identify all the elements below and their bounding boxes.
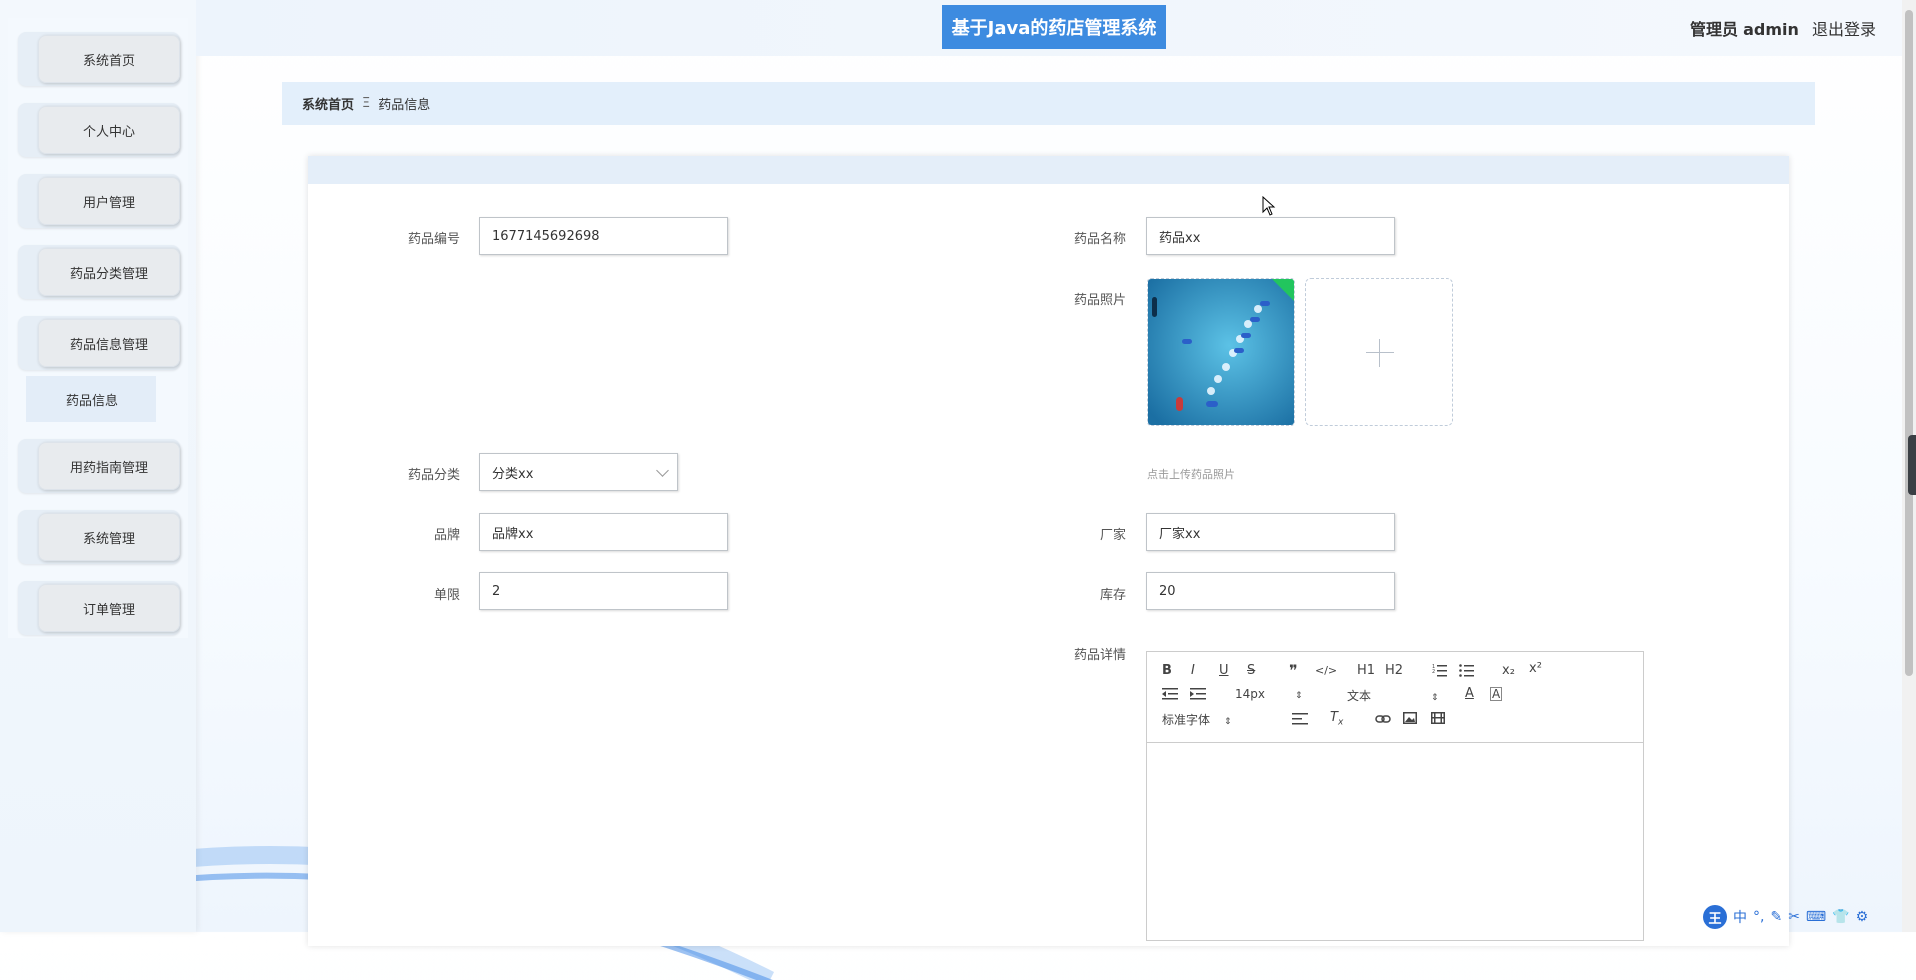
code-block-button[interactable]: </> xyxy=(1315,664,1337,677)
drug-photo-image xyxy=(1148,279,1294,425)
editor-content-area[interactable] xyxy=(1147,743,1643,941)
breadcrumb: 系统首页 Ξ 药品信息 xyxy=(282,82,1815,125)
sidebar-item-label: 用户管理 xyxy=(38,177,180,225)
plus-icon xyxy=(1379,339,1380,367)
sidebar-item-label: 用药指南管理 xyxy=(38,442,180,490)
sidebar: 系统首页 个人中心 用户管理 药品分类管理 药品信息管理 药品信息 用药指南管理… xyxy=(0,0,196,932)
ime-mode[interactable]: 中 xyxy=(1733,907,1747,927)
punctuation-icon[interactable]: °, xyxy=(1753,909,1764,925)
scrollbar-thumb[interactable] xyxy=(1905,10,1913,676)
select-arrows-icon: ⇕ xyxy=(1224,717,1232,727)
stock-input[interactable] xyxy=(1146,572,1395,610)
user-role: 管理员 xyxy=(1689,20,1738,39)
stock-label: 库存 xyxy=(1099,588,1126,603)
svg-text:2: 2 xyxy=(1432,669,1435,675)
video-icon[interactable] xyxy=(1431,712,1445,724)
photo-upload-hint: 点击上传药品照片 xyxy=(1147,468,1235,481)
user-area: 管理员 admin 退出登录 xyxy=(1690,16,1876,40)
drug-photo-thumbnail[interactable] xyxy=(1147,278,1295,426)
ime-toolbar: 王 中 °, ✎ ✂ ⌨ 👕 ⚙ xyxy=(1703,904,1868,930)
sidebar-item-label: 系统管理 xyxy=(38,513,180,561)
font-size-value: 14px xyxy=(1235,687,1265,701)
code-label: 药品编号 xyxy=(407,232,460,247)
font-family-value: 标准字体 xyxy=(1162,713,1211,727)
mouse-cursor-icon xyxy=(1262,196,1276,216)
heading-value: 文本 xyxy=(1347,689,1372,703)
italic-button[interactable]: I xyxy=(1191,663,1195,678)
drug-name-input[interactable] xyxy=(1146,217,1395,255)
sidebar-item-drug-info[interactable]: 药品信息管理 xyxy=(18,316,180,370)
limit-label: 单限 xyxy=(433,588,460,603)
skin-icon[interactable]: 👕 xyxy=(1832,909,1849,925)
bold-button[interactable]: B xyxy=(1162,663,1172,678)
brand-input[interactable] xyxy=(479,513,728,551)
sidebar-item-users[interactable]: 用户管理 xyxy=(18,174,180,228)
sidebar-item-label: 药品分类管理 xyxy=(38,248,180,296)
sidebar-item-profile[interactable]: 个人中心 xyxy=(18,103,180,157)
breadcrumb-home[interactable]: 系统首页 xyxy=(302,94,354,113)
rich-text-editor: B I U S ❞ </> H1 H2 1 2 x₂ x² 14px ⇕ 文本 ⇕ … xyxy=(1146,651,1644,941)
blockquote-button[interactable]: ❞ xyxy=(1289,661,1298,680)
chevron-down-icon xyxy=(656,464,669,477)
limit-input[interactable] xyxy=(479,572,728,610)
maker-input[interactable] xyxy=(1146,513,1395,551)
card-header xyxy=(308,156,1789,184)
logout-link[interactable]: 退出登录 xyxy=(1812,20,1876,39)
underline-button[interactable]: U xyxy=(1219,663,1229,678)
select-arrows-icon: ⇕ xyxy=(1431,693,1439,703)
side-panel-handle[interactable] xyxy=(1908,435,1916,495)
detail-label: 药品详情 xyxy=(1073,648,1126,663)
drug-code-input[interactable] xyxy=(479,217,728,255)
keyboard-icon[interactable]: ⌨ xyxy=(1806,909,1826,925)
pen-icon[interactable]: ✎ xyxy=(1770,909,1782,925)
sidebar-item-label: 订单管理 xyxy=(38,584,180,632)
settings-icon[interactable]: ⚙ xyxy=(1856,909,1869,925)
image-icon[interactable] xyxy=(1403,712,1417,724)
background-color-icon[interactable]: A xyxy=(1490,687,1503,701)
brand-label: 品牌 xyxy=(433,528,460,543)
sidebar-item-home[interactable]: 系统首页 xyxy=(18,32,180,86)
ime-logo-icon[interactable]: 王 xyxy=(1703,905,1727,929)
editor-toolbar: B I U S ❞ </> H1 H2 1 2 x₂ x² 14px ⇕ 文本 ⇕ … xyxy=(1147,652,1643,743)
name-label: 药品名称 xyxy=(1073,232,1126,247)
sidebar-item-label: 个人中心 xyxy=(38,106,180,154)
font-color-icon[interactable]: A xyxy=(1465,686,1474,701)
maker-label: 厂家 xyxy=(1099,528,1126,543)
breadcrumb-current: 药品信息 xyxy=(378,98,431,113)
link-icon[interactable] xyxy=(1375,712,1391,726)
outdent-icon[interactable] xyxy=(1162,688,1178,700)
strike-button[interactable]: S xyxy=(1247,663,1255,678)
sidebar-item-orders[interactable]: 订单管理 xyxy=(18,581,180,635)
sidebar-item-label: 系统首页 xyxy=(38,35,180,83)
indent-icon[interactable] xyxy=(1190,688,1206,700)
username: admin xyxy=(1743,20,1799,39)
category-label: 药品分类 xyxy=(407,468,460,483)
h1-button[interactable]: H1 xyxy=(1357,663,1375,678)
scissors-icon[interactable]: ✂ xyxy=(1788,909,1800,925)
photo-upload-button[interactable] xyxy=(1305,278,1453,426)
category-select-value: 分类xx xyxy=(492,466,534,482)
font-family-select[interactable]: 标准字体 ⇕ xyxy=(1162,711,1232,728)
sidebar-item-system[interactable]: 系统管理 xyxy=(18,510,180,564)
app-title: 基于Java的药店管理系统 xyxy=(942,5,1166,49)
photo-label: 药品照片 xyxy=(1073,293,1126,308)
font-size-select[interactable]: 14px ⇕ xyxy=(1235,687,1303,701)
superscript-button[interactable]: x² xyxy=(1529,661,1542,676)
ordered-list-icon[interactable]: 1 2 xyxy=(1432,663,1448,677)
align-left-icon[interactable] xyxy=(1292,713,1308,725)
category-select[interactable]: 分类xx xyxy=(479,453,678,491)
clear-format-icon[interactable]: Tx xyxy=(1330,710,1343,728)
heading-select[interactable]: 文本 ⇕ xyxy=(1347,687,1439,704)
sidebar-item-guide[interactable]: 用药指南管理 xyxy=(18,439,180,493)
select-arrows-icon: ⇕ xyxy=(1295,691,1303,701)
bullet-list-icon[interactable] xyxy=(1459,663,1475,677)
sidebar-item-label: 药品信息管理 xyxy=(38,319,180,367)
sidebar-subitem-drug-info[interactable]: 药品信息 xyxy=(26,376,156,422)
breadcrumb-separator: Ξ xyxy=(362,96,371,111)
h2-button[interactable]: H2 xyxy=(1385,663,1403,678)
sidebar-item-drug-category[interactable]: 药品分类管理 xyxy=(18,245,180,299)
plus-icon xyxy=(1366,352,1394,353)
subscript-button[interactable]: x₂ xyxy=(1502,663,1515,678)
